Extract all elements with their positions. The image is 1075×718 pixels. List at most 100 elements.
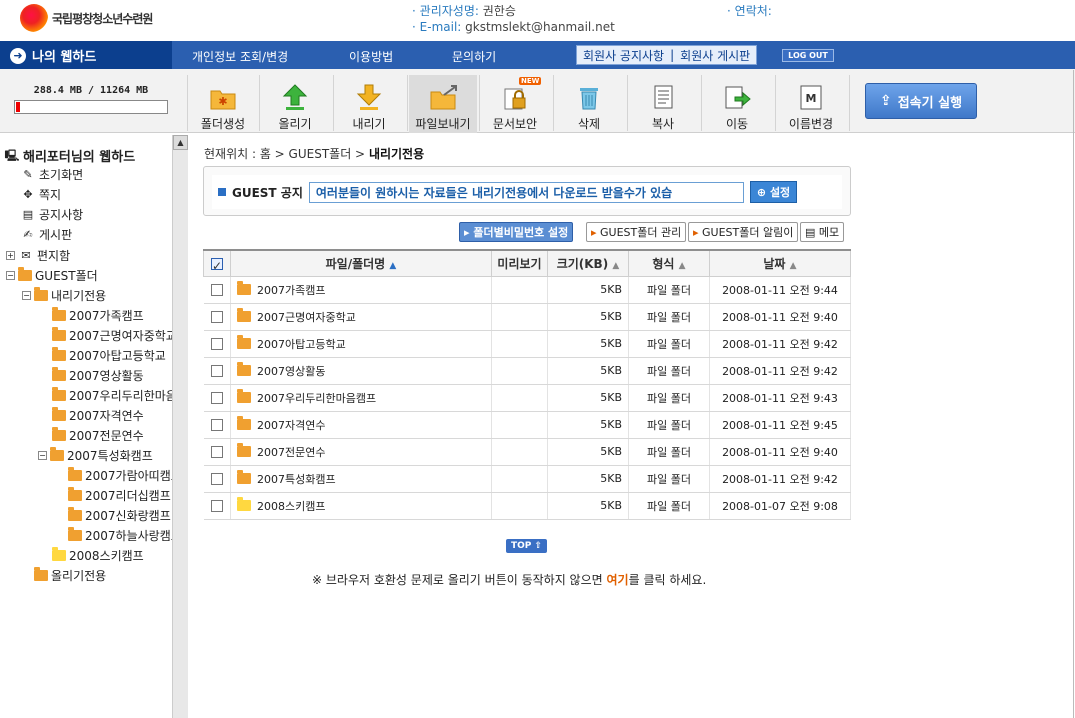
tree-folder-special-camp[interactable]: − 2007특성화캠프 <box>38 447 172 464</box>
row-checkbox[interactable] <box>210 284 223 296</box>
tree-item-board[interactable]: ✍ 게시판 <box>20 226 72 243</box>
tree-folder-2008[interactable]: 2008스키캠프 <box>52 547 144 564</box>
name-cell[interactable]: 2007아탑고등학교 <box>230 330 492 358</box>
tree-item-guest[interactable]: − GUEST폴더 <box>6 267 98 284</box>
tree-subfolder[interactable]: 2007하늘사랑캠프 <box>68 527 172 544</box>
file-name[interactable]: 2007가족캠프 <box>257 282 325 298</box>
name-cell[interactable]: 2007특성화캠프 <box>230 465 492 493</box>
table-row[interactable]: 2007자격연수 5KB 파일 폴더 2008-01-11 오전 9:45 <box>203 411 851 439</box>
row-checkbox-cell[interactable] <box>203 330 231 358</box>
nav-contact[interactable]: 문의하기 <box>452 48 496 65</box>
tree-folder[interactable]: 2007전문연수 <box>52 427 172 444</box>
document-security-button[interactable]: NEW 문서보안 <box>481 75 549 133</box>
create-folder-button[interactable]: ✱ 폴더생성 <box>189 75 257 133</box>
table-row[interactable]: 2007가족캠프 5KB 파일 폴더 2008-01-11 오전 9:44 <box>203 276 851 304</box>
logout-button[interactable]: LOG OUT <box>782 49 834 62</box>
row-checkbox[interactable] <box>210 500 223 512</box>
tree-folder[interactable]: 2007우리두리한마음캠프 <box>52 387 172 404</box>
tree-item-memo[interactable]: ✥ 쪽지 <box>20 186 61 203</box>
upload-button[interactable]: 올리기 <box>261 75 329 133</box>
file-name[interactable]: 2007전문연수 <box>257 444 325 460</box>
nav-usage[interactable]: 이용방법 <box>349 48 393 65</box>
tree-item-mailbox[interactable]: + ✉ 편지함 <box>6 247 70 264</box>
tree-folder[interactable]: 2007영상활동 <box>52 367 172 384</box>
tree-folder[interactable]: 2007아탑고등학교 <box>52 347 172 364</box>
launch-client-button[interactable]: ⇪ 접속기 실행 <box>865 83 977 119</box>
row-checkbox-cell[interactable] <box>203 492 231 520</box>
table-row[interactable]: 2007전문연수 5KB 파일 폴더 2008-01-11 오전 9:40 <box>203 438 851 466</box>
name-cell[interactable]: 2007자격연수 <box>230 411 492 439</box>
my-webhard-title[interactable]: ➜ 나의 웹하드 <box>10 46 96 65</box>
tree-item-download-only[interactable]: − 내리기전용 <box>22 287 106 304</box>
tree-folder[interactable]: 2007가족캠프 <box>52 307 172 324</box>
tree-item-home[interactable]: ✎ 초기화면 <box>20 166 83 183</box>
scroll-up-icon[interactable]: ▲ <box>173 135 188 150</box>
row-checkbox-cell[interactable] <box>203 276 231 304</box>
delete-button[interactable]: 삭제 <box>555 75 623 133</box>
name-cell[interactable]: 2008스키캠프 <box>230 492 492 520</box>
name-cell[interactable]: 2007영상활동 <box>230 357 492 385</box>
folder-password-button[interactable]: ▸ 폴더별비밀번호 설정 <box>459 222 574 242</box>
memo-button[interactable]: ▤ 메모 <box>800 222 845 242</box>
file-name[interactable]: 2007우리두리한마음캠프 <box>257 390 376 406</box>
tree-item-upload-only[interactable]: 올리기전용 <box>34 567 106 584</box>
member-board-link[interactable]: 회원사 게시판 <box>680 47 750 64</box>
row-checkbox-cell[interactable] <box>203 438 231 466</box>
row-checkbox[interactable] <box>210 338 223 350</box>
file-name[interactable]: 2008스키캠프 <box>257 498 325 514</box>
rename-button[interactable]: M 이름변경 <box>777 75 845 133</box>
copy-button[interactable]: 복사 <box>629 75 697 133</box>
row-checkbox-cell[interactable] <box>203 411 231 439</box>
file-name[interactable]: 2007아탑고등학교 <box>257 336 346 352</box>
name-cell[interactable]: 2007전문연수 <box>230 438 492 466</box>
table-row[interactable]: 2007우리두리한마음캠프 5KB 파일 폴더 2008-01-11 오전 9:43 <box>203 384 851 412</box>
row-checkbox-cell[interactable] <box>203 357 231 385</box>
tree-subfolder[interactable]: 2007리더십캠프 <box>68 487 172 504</box>
file-name[interactable]: 2007영상활동 <box>257 363 325 379</box>
table-row[interactable]: 2007근명여자중학교 5KB 파일 폴더 2008-01-11 오전 9:40 <box>203 303 851 331</box>
tree-subfolder[interactable]: 2007가람아띠캠프 <box>68 467 172 484</box>
row-checkbox[interactable] <box>210 473 223 485</box>
name-cell[interactable]: 2007가족캠프 <box>230 276 492 304</box>
site-logo[interactable]: 국립평창청소년수련원 <box>20 4 153 32</box>
guest-alert-button[interactable]: ▸ GUEST폴더 알림이 <box>688 222 799 242</box>
footnote-link[interactable]: 여기 <box>607 573 629 587</box>
file-name[interactable]: 2007근명여자중학교 <box>257 309 356 325</box>
name-cell[interactable]: 2007근명여자중학교 <box>230 303 492 331</box>
table-row[interactable]: 2007아탑고등학교 5KB 파일 폴더 2008-01-11 오전 9:42 <box>203 330 851 358</box>
collapse-icon[interactable]: − <box>6 271 15 280</box>
row-checkbox[interactable] <box>210 419 223 431</box>
name-column-header[interactable]: 파일/폴더명 ▲ <box>230 249 492 277</box>
tree-folder[interactable]: 2007자격연수 <box>52 407 172 424</box>
file-name[interactable]: 2007자격연수 <box>257 417 325 433</box>
tree-folder[interactable]: 2007근명여자중학교 <box>52 327 172 344</box>
type-column-header[interactable]: 형식 ▲ <box>628 249 710 277</box>
move-button[interactable]: 이동 <box>703 75 771 133</box>
nav-personal-info[interactable]: 개인정보 조회/변경 <box>192 48 288 65</box>
guest-manage-button[interactable]: ▸ GUEST폴더 관리 <box>586 222 687 242</box>
member-notice-link[interactable]: 회원사 공지사항 <box>583 47 664 64</box>
row-checkbox[interactable] <box>210 365 223 377</box>
size-column-header[interactable]: 크기(KB) ▲ <box>547 249 629 277</box>
sidebar-scrollbar[interactable]: ▲ <box>172 135 188 718</box>
row-checkbox-cell[interactable] <box>203 465 231 493</box>
select-all-checkbox[interactable]: ✓ <box>211 257 223 273</box>
tree-item-notice[interactable]: ▤ 공지사항 <box>20 206 83 223</box>
table-row[interactable]: 2007특성화캠프 5KB 파일 폴더 2008-01-11 오전 9:42 <box>203 465 851 493</box>
tree-subfolder[interactable]: 2007신화랑캠프 <box>68 507 172 524</box>
row-checkbox-cell[interactable] <box>203 384 231 412</box>
row-checkbox[interactable] <box>210 446 223 458</box>
select-all-header[interactable]: ✓ <box>203 249 231 277</box>
download-button[interactable]: 내리기 <box>335 75 403 133</box>
name-cell[interactable]: 2007우리두리한마음캠프 <box>230 384 492 412</box>
table-row[interactable]: 2007영상활동 5KB 파일 폴더 2008-01-11 오전 9:42 <box>203 357 851 385</box>
collapse-icon[interactable]: − <box>38 451 47 460</box>
table-row[interactable]: 2008스키캠프 5KB 파일 폴더 2008-01-07 오전 9:08 <box>203 492 851 520</box>
top-button[interactable]: TOP ⇧ <box>506 539 547 553</box>
send-file-button[interactable]: 파일보내기 <box>409 75 477 133</box>
collapse-icon[interactable]: − <box>22 291 31 300</box>
date-column-header[interactable]: 날짜 ▲ <box>709 249 851 277</box>
file-name[interactable]: 2007특성화캠프 <box>257 471 336 487</box>
tree-root[interactable]: 🖳 해리포터님의 웹하드 <box>4 146 136 166</box>
expand-icon[interactable]: + <box>6 251 15 260</box>
